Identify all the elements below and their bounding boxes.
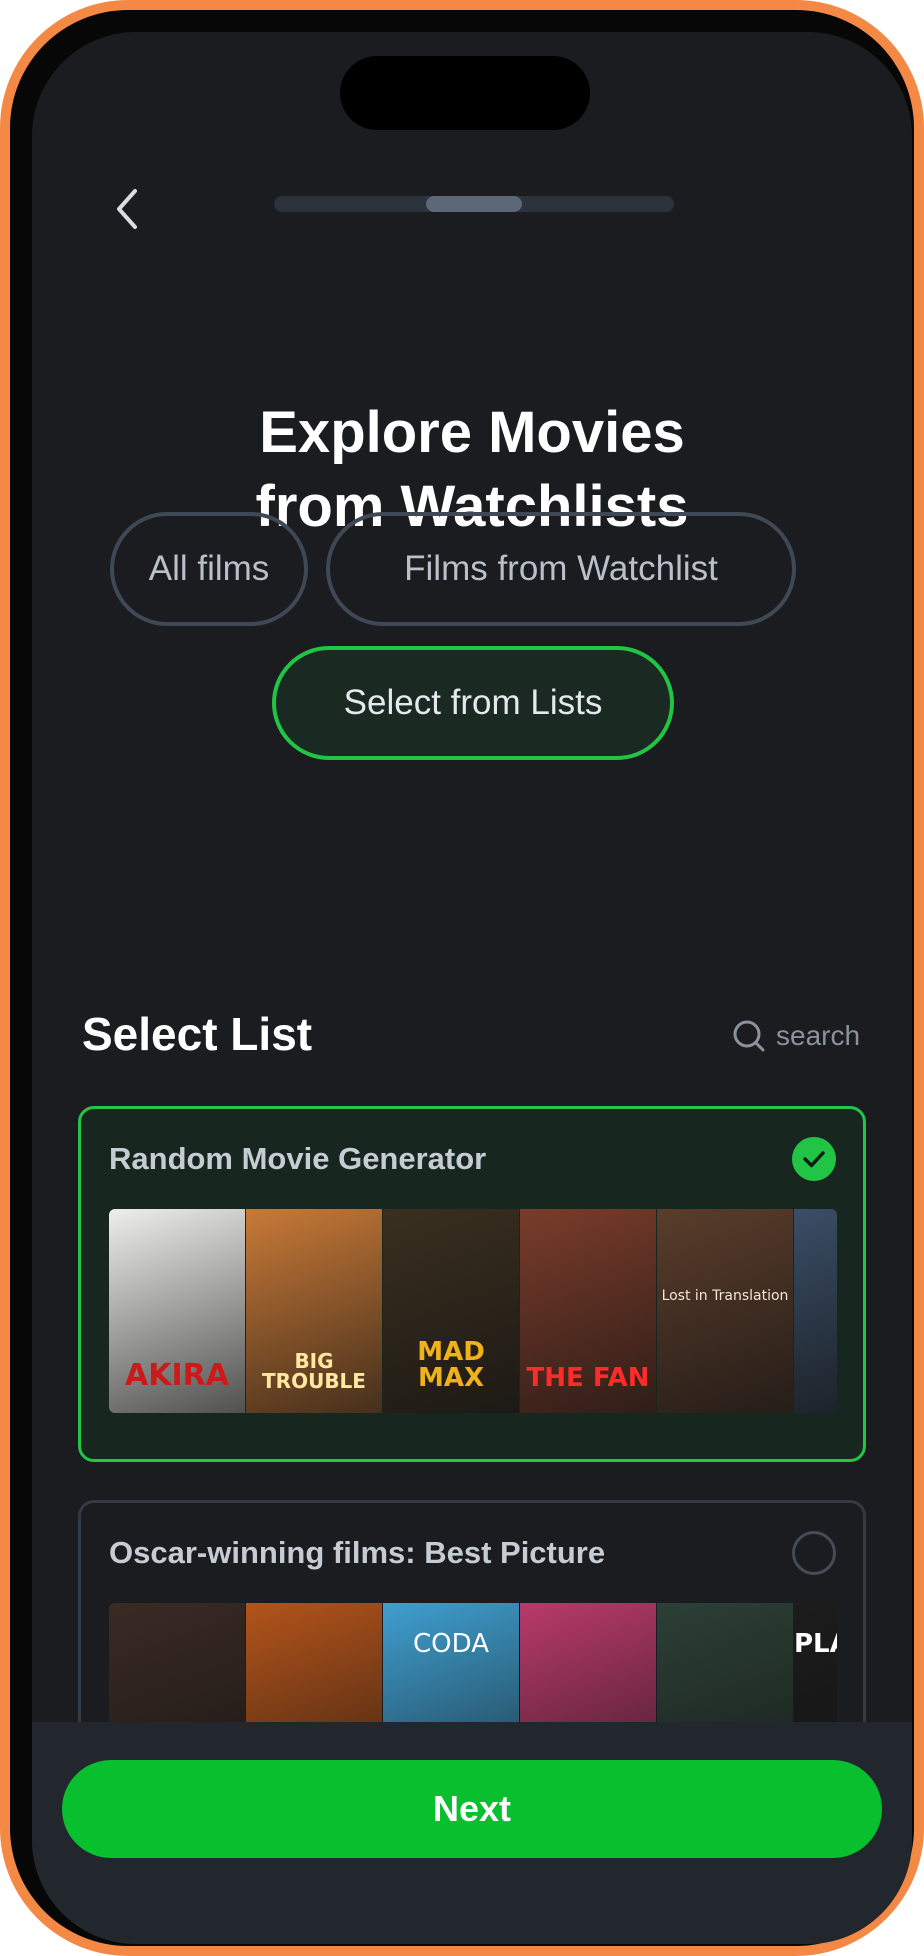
checkmark-icon bbox=[803, 1151, 825, 1168]
list-select-radio[interactable] bbox=[792, 1137, 836, 1181]
filter-select-from-lists[interactable]: Select from Lists bbox=[272, 646, 674, 760]
movie-poster: Lost in Translation bbox=[657, 1209, 793, 1413]
device-frame: Explore Movies from Watchlists All films… bbox=[0, 0, 924, 1956]
back-button[interactable] bbox=[102, 182, 150, 236]
poster-strip: AKIRA BIG TROUBLE MAD MAX THE FAN Lost i… bbox=[109, 1209, 837, 1413]
list-card-title: Oscar-winning films: Best Picture bbox=[109, 1535, 606, 1570]
movie-poster: THE FAN bbox=[520, 1209, 656, 1413]
poster-title: MAD MAX bbox=[417, 1337, 485, 1393]
search-button[interactable]: search bbox=[732, 1014, 860, 1058]
movie-poster bbox=[794, 1209, 837, 1413]
next-button[interactable]: Next bbox=[62, 1760, 882, 1858]
poster-title: BIG TROUBLE bbox=[262, 1349, 366, 1393]
search-icon bbox=[733, 1020, 765, 1052]
dynamic-island bbox=[340, 56, 590, 130]
poster-title: AKIRA bbox=[125, 1358, 229, 1393]
movie-poster: AKIRA bbox=[109, 1209, 245, 1413]
filter-label: Select from Lists bbox=[343, 683, 603, 722]
movie-poster: BIG TROUBLE bbox=[246, 1209, 382, 1413]
device-bezel: Explore Movies from Watchlists All films… bbox=[10, 10, 914, 1946]
list-select-radio[interactable] bbox=[792, 1531, 836, 1575]
filter-films-from-watchlist[interactable]: Films from Watchlist bbox=[326, 512, 796, 626]
search-label: search bbox=[776, 1020, 861, 1051]
list-card-title: Random Movie Generator bbox=[109, 1141, 487, 1176]
bottom-action-bar: Next bbox=[32, 1722, 912, 1944]
filter-all-films[interactable]: All films bbox=[110, 512, 308, 626]
progress-indicator bbox=[426, 196, 522, 212]
filter-label: All films bbox=[148, 549, 270, 588]
list-card-random-movie-generator[interactable]: Random Movie Generator AKIRA BIG TROUBLE… bbox=[78, 1106, 866, 1462]
app-screen: Explore Movies from Watchlists All films… bbox=[32, 32, 912, 1944]
page-title-line-1: Explore Movies bbox=[259, 400, 685, 465]
onboarding-progress bbox=[274, 196, 674, 212]
movie-poster: MAD MAX bbox=[383, 1209, 519, 1413]
filter-label: Films from Watchlist bbox=[404, 549, 718, 588]
section-title: Select List bbox=[82, 1008, 313, 1060]
poster-title: Lost in Translation bbox=[661, 1288, 789, 1304]
poster-title bbox=[794, 1391, 837, 1413]
poster-title: THE FAN bbox=[526, 1363, 650, 1393]
chevron-left-icon bbox=[117, 189, 137, 229]
